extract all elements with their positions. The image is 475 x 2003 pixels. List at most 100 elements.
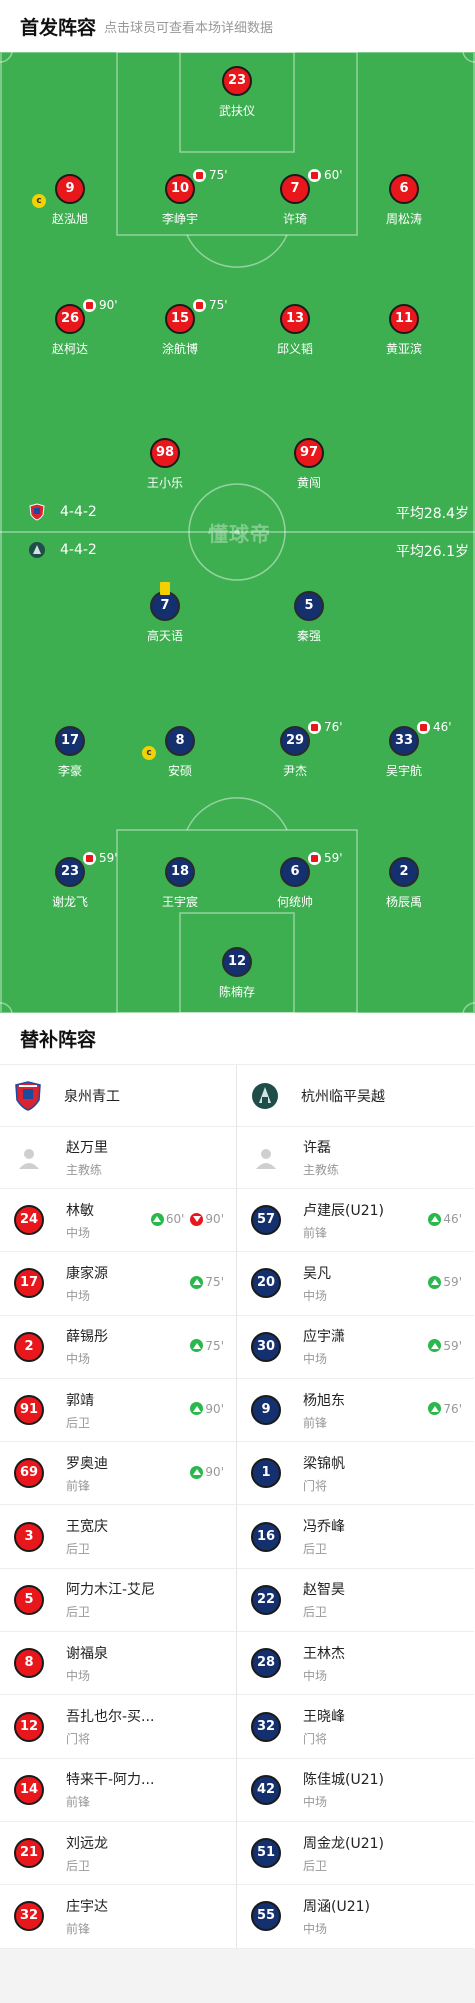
- away-player[interactable]: 18 王宇宸: [135, 857, 225, 910]
- away-team-row[interactable]: 杭州临平吴越: [237, 1065, 474, 1127]
- away-player[interactable]: 8 安硕 c: [135, 726, 225, 779]
- sub-player-row[interactable]: 69 罗奥迪 前锋 90': [0, 1442, 236, 1506]
- sub-player-row[interactable]: 42 陈佳城(U21) 中场: [237, 1759, 474, 1822]
- sub-out-minute: 75': [209, 168, 228, 182]
- substitutes-section: 替补阵容 泉州青工 赵万里 主教练 24 林敏 中场 60' 90' 17 康家源 中场 75' 2…: [0, 1013, 475, 1949]
- away-player[interactable]: 6 何统帅 59': [250, 851, 343, 910]
- player-name: 陈佳城(U21): [303, 1772, 384, 1789]
- jersey-number: 69: [14, 1458, 44, 1489]
- jersey-number: 57: [251, 1205, 281, 1236]
- sub-events: 90': [184, 1465, 224, 1479]
- sub-player-row[interactable]: 22 赵智昊 后卫: [237, 1569, 474, 1633]
- home-team-row[interactable]: 泉州青工: [0, 1065, 236, 1127]
- home-player[interactable]: 9 赵泓旭 c: [25, 174, 115, 227]
- sub-player-row[interactable]: 9 杨旭东 前锋 76': [237, 1379, 474, 1443]
- away-player[interactable]: 7 高天语: [120, 582, 210, 644]
- player-name: 郭靖: [66, 1392, 94, 1409]
- sub-player-row[interactable]: 1 梁锦帆 门将: [237, 1442, 474, 1506]
- sub-player-row[interactable]: 55 周涵(U21) 中场: [237, 1885, 474, 1949]
- sub-player-row[interactable]: 20 吴凡 中场 59': [237, 1252, 474, 1316]
- sub-player-row[interactable]: 28 王林杰 中场: [237, 1632, 474, 1696]
- home-coach-row[interactable]: 赵万里 主教练: [0, 1127, 236, 1189]
- sub-out-icon: [308, 851, 321, 865]
- jersey-number: 5: [14, 1584, 44, 1615]
- home-coach-role: 主教练: [66, 1163, 103, 1177]
- sub-in-minute: 76': [443, 1401, 462, 1416]
- away-player[interactable]: 29 尹杰 76': [250, 720, 343, 779]
- coach-avatar-icon: [256, 1148, 276, 1169]
- sub-out-event: 75': [193, 298, 228, 312]
- away-player[interactable]: 17 李豪: [25, 726, 115, 779]
- away-player[interactable]: 5 秦强: [264, 591, 354, 644]
- player-name: 卢建辰(U21): [303, 1202, 384, 1219]
- away-coach-role: 主教练: [303, 1163, 340, 1177]
- jersey-number: 51: [251, 1838, 281, 1869]
- coach-avatar-icon: [19, 1148, 39, 1169]
- sub-player-row[interactable]: 21 刘远龙 后卫: [0, 1822, 236, 1886]
- sub-player-row[interactable]: 30 应宇潇 中场 59': [237, 1316, 474, 1379]
- jersey-number: 97: [294, 438, 324, 468]
- sub-player-row[interactable]: 51 周金龙(U21) 后卫: [237, 1822, 474, 1886]
- away-formation: 4-4-2: [28, 541, 97, 559]
- jersey-number: 17: [14, 1268, 44, 1299]
- player-position: 门将: [303, 1478, 328, 1493]
- sub-player-row[interactable]: 32 庄宇达 前锋: [0, 1885, 236, 1949]
- home-player[interactable]: 11 黄亚滨: [359, 304, 449, 357]
- sub-out-minute: 59': [324, 851, 343, 865]
- sub-out-icon: [83, 298, 96, 312]
- sub-player-row[interactable]: 24 林敏 中场 60' 90': [0, 1189, 236, 1253]
- sub-player-row[interactable]: 5 阿力木江-艾尼 后卫: [0, 1569, 236, 1633]
- away-coach-row[interactable]: 许磊 主教练: [237, 1127, 474, 1189]
- home-player[interactable]: 6 周松涛: [359, 174, 449, 227]
- sub-out-event: 90': [83, 298, 118, 312]
- player-name: 应宇潇: [303, 1329, 345, 1346]
- away-coach-name: 许磊: [303, 1140, 331, 1156]
- player-position: 后卫: [303, 1605, 328, 1620]
- sub-player-row[interactable]: 57 卢建辰(U21) 前锋 46': [237, 1189, 474, 1253]
- player-name: 庄宇达: [66, 1898, 108, 1915]
- player-name: 李豪: [57, 764, 82, 778]
- player-position: 中场: [66, 1352, 91, 1367]
- sub-player-row[interactable]: 8 谢福泉 中场: [0, 1632, 236, 1696]
- sub-out-minute: 90': [99, 298, 118, 312]
- player-position: 后卫: [66, 1605, 91, 1620]
- jersey-number: 12: [222, 947, 252, 977]
- sub-player-row[interactable]: 14 特来干-阿力... 前锋: [0, 1759, 236, 1822]
- player-position: 前锋: [66, 1478, 91, 1493]
- player-name: 王宽庆: [66, 1519, 108, 1536]
- player-name: 安硕: [167, 764, 192, 778]
- sub-player-row[interactable]: 32 王晓峰 门将: [237, 1695, 474, 1759]
- home-player[interactable]: 7 许琦 60': [250, 168, 343, 227]
- jersey-number: 8: [165, 726, 195, 756]
- sub-out-event: 60': [308, 168, 343, 182]
- home-player[interactable]: 10 李峥宇 75': [135, 168, 228, 227]
- away-player[interactable]: 23 谢龙飞 59': [25, 851, 118, 910]
- home-player[interactable]: 26 赵柯达 90': [25, 298, 118, 357]
- home-player[interactable]: 15 涂航博 75': [135, 298, 228, 357]
- player-position: 后卫: [303, 1542, 328, 1557]
- jersey-number: 7: [150, 591, 180, 621]
- away-player[interactable]: 2 杨辰禹: [359, 857, 449, 910]
- home-player[interactable]: 98 王小乐: [120, 438, 210, 491]
- jersey-number: 16: [251, 1521, 281, 1552]
- sub-player-row[interactable]: 16 冯乔峰 后卫: [237, 1505, 474, 1569]
- sub-player-row[interactable]: 12 吾扎也尔-买... 门将: [0, 1695, 236, 1759]
- jersey-number: 42: [251, 1774, 281, 1805]
- sub-out-icon: [308, 720, 321, 734]
- home-player[interactable]: 23 武扶仪: [192, 66, 282, 119]
- sub-player-row[interactable]: 2 薛锡彤 中场 75': [0, 1316, 236, 1379]
- player-name: 陈楠存: [218, 985, 255, 999]
- sub-player-row[interactable]: 91 郭靖 后卫 90': [0, 1379, 236, 1443]
- home-player[interactable]: 13 邱义韬: [250, 304, 340, 357]
- home-player[interactable]: 97 黄闯: [264, 438, 354, 491]
- sub-out-icon: [417, 720, 430, 734]
- sub-player-row[interactable]: 3 王宽庆 后卫: [0, 1505, 236, 1569]
- player-name: 谢龙飞: [51, 895, 88, 909]
- sub-player-row[interactable]: 17 康家源 中场 75': [0, 1252, 236, 1316]
- away-player[interactable]: 33 吴宇航 46': [359, 720, 452, 779]
- player-name: 王晓峰: [303, 1709, 345, 1726]
- player-name: 周金龙(U21): [303, 1835, 384, 1852]
- jersey-number: 5: [294, 591, 324, 621]
- player-name: 吴宇航: [385, 764, 422, 778]
- away-player[interactable]: 12 陈楠存: [192, 947, 282, 1000]
